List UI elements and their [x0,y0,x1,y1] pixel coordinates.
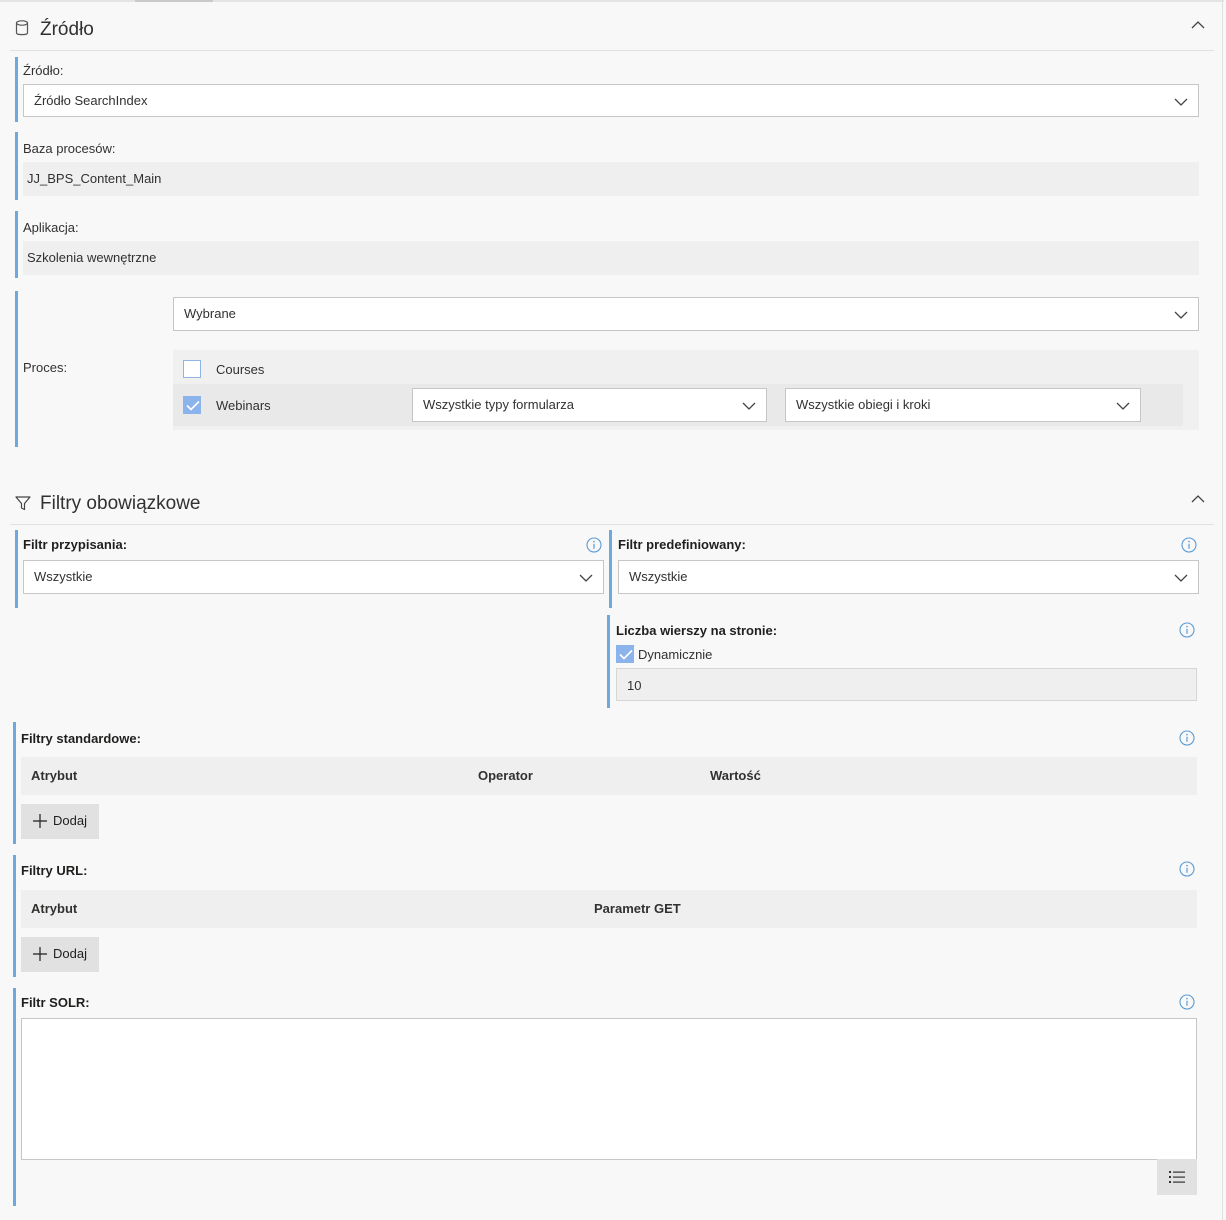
url-filters-accent-bar [13,855,16,977]
chevron-down-icon [1174,308,1188,322]
list-icon [1169,1171,1185,1183]
process-db-value: JJ_BPS_Content_Main [27,171,162,186]
add-button-label: Dodaj [53,813,87,828]
predefined-value: Wszystkie [629,569,688,584]
webinars-label: Webinars [216,398,271,413]
app-accent-bar [15,211,18,278]
webinars-checkbox[interactable] [183,396,201,414]
courses-label: Courses [216,362,265,377]
courses-checkbox[interactable] [183,360,201,378]
add-button-label: Dodaj [53,946,87,961]
standard-filters-info-icon[interactable] [1179,730,1195,746]
source-section-title: Źródło [40,19,94,40]
rows-value: 10 [627,678,642,693]
process-accent-bar [15,291,18,447]
standard-filters-label: Filtry standardowe: [21,731,141,746]
predefined-label: Filtr predefiniowany: [618,537,746,552]
process-db-accent-bar [15,132,18,200]
source-select-value: Źródło SearchIndex [34,93,148,108]
standard-filters-accent-bar [13,722,16,844]
chevron-down-icon [1174,95,1188,109]
chevron-down-icon [1174,571,1188,585]
chevron-down-icon [579,571,593,585]
column-header-operator: Operator [478,768,533,783]
rows-label: Liczba wierszy na stronie: [616,623,778,638]
solr-filter-info-icon[interactable] [1179,994,1195,1010]
process-item-webinars: Webinars Wszystkie typy formularza Wszys… [173,384,1183,426]
process-db-label: Baza procesów: [23,141,116,156]
collapse-source-chevron-up-icon[interactable] [1191,18,1205,32]
app-value: Szkolenia wewnętrzne [27,250,157,265]
filter-icon [15,495,33,513]
app-label: Aplikacja: [23,220,79,235]
dynamic-label: Dynamicznie [638,647,713,662]
column-header-attribute: Atrybut [31,768,78,783]
assignment-select[interactable]: Wszystkie [23,560,604,594]
database-icon [15,20,31,38]
workflows-value: Wszystkie obiegi i kroki [796,397,931,412]
assignment-info-icon[interactable] [586,537,602,553]
rows-info-icon[interactable] [1179,622,1195,638]
source-select[interactable]: Źródło SearchIndex [23,84,1199,117]
process-label: Proces: [23,360,68,375]
list-editor-button[interactable] [1157,1159,1197,1195]
dynamic-checkbox[interactable] [616,645,634,663]
process-mode-value: Wybrane [184,306,236,321]
add-standard-filter-button[interactable]: Dodaj [21,804,99,839]
chevron-down-icon [1116,399,1130,413]
rows-input[interactable]: 10 [616,668,1197,701]
assignment-value: Wszystkie [34,569,93,584]
filters-section-title: Filtry obowiązkowe [40,493,201,514]
predefined-accent-bar [609,530,612,608]
assignment-accent-bar [15,530,18,608]
right-border [1222,0,1223,1220]
assignment-label: Filtr przypisania: [23,537,128,552]
top-tab-indicator [135,0,213,2]
collapse-filters-chevron-up-icon[interactable] [1191,492,1205,506]
chevron-down-icon [742,399,756,413]
predefined-info-icon[interactable] [1181,537,1197,553]
form-types-value: Wszystkie typy formularza [423,397,574,412]
app-field: Szkolenia wewnętrzne [23,241,1199,275]
url-filters-header: Atrybut Parametr GET [21,890,1197,928]
url-filters-label: Filtry URL: [21,863,88,878]
rows-accent-bar [607,615,610,708]
source-label: Źródło: [23,63,64,78]
standard-filters-header: Atrybut Operator Wartość [21,757,1197,795]
workflows-select[interactable]: Wszystkie obiegi i kroki [785,388,1141,422]
form-types-select[interactable]: Wszystkie typy formularza [412,388,767,422]
source-section-divider [10,50,1214,51]
url-filters-info-icon[interactable] [1179,861,1195,877]
process-db-field: JJ_BPS_Content_Main [23,162,1199,196]
source-field-accent-bar [15,57,18,122]
filters-section-divider [10,524,1214,525]
predefined-select[interactable]: Wszystkie [618,560,1199,594]
solr-filter-label: Filtr SOLR: [21,995,90,1010]
add-url-filter-button[interactable]: Dodaj [21,937,99,972]
solr-filter-accent-bar [13,988,16,1206]
column-header-value: Wartość [710,768,761,783]
column-header-get-parameter: Parametr GET [594,901,681,916]
plus-icon [33,814,47,828]
process-mode-select[interactable]: Wybrane [173,297,1199,331]
solr-filter-textarea[interactable] [21,1018,1197,1160]
plus-icon [33,947,47,961]
column-header-attribute: Atrybut [31,901,78,916]
process-item-courses: Courses [173,352,1183,384]
